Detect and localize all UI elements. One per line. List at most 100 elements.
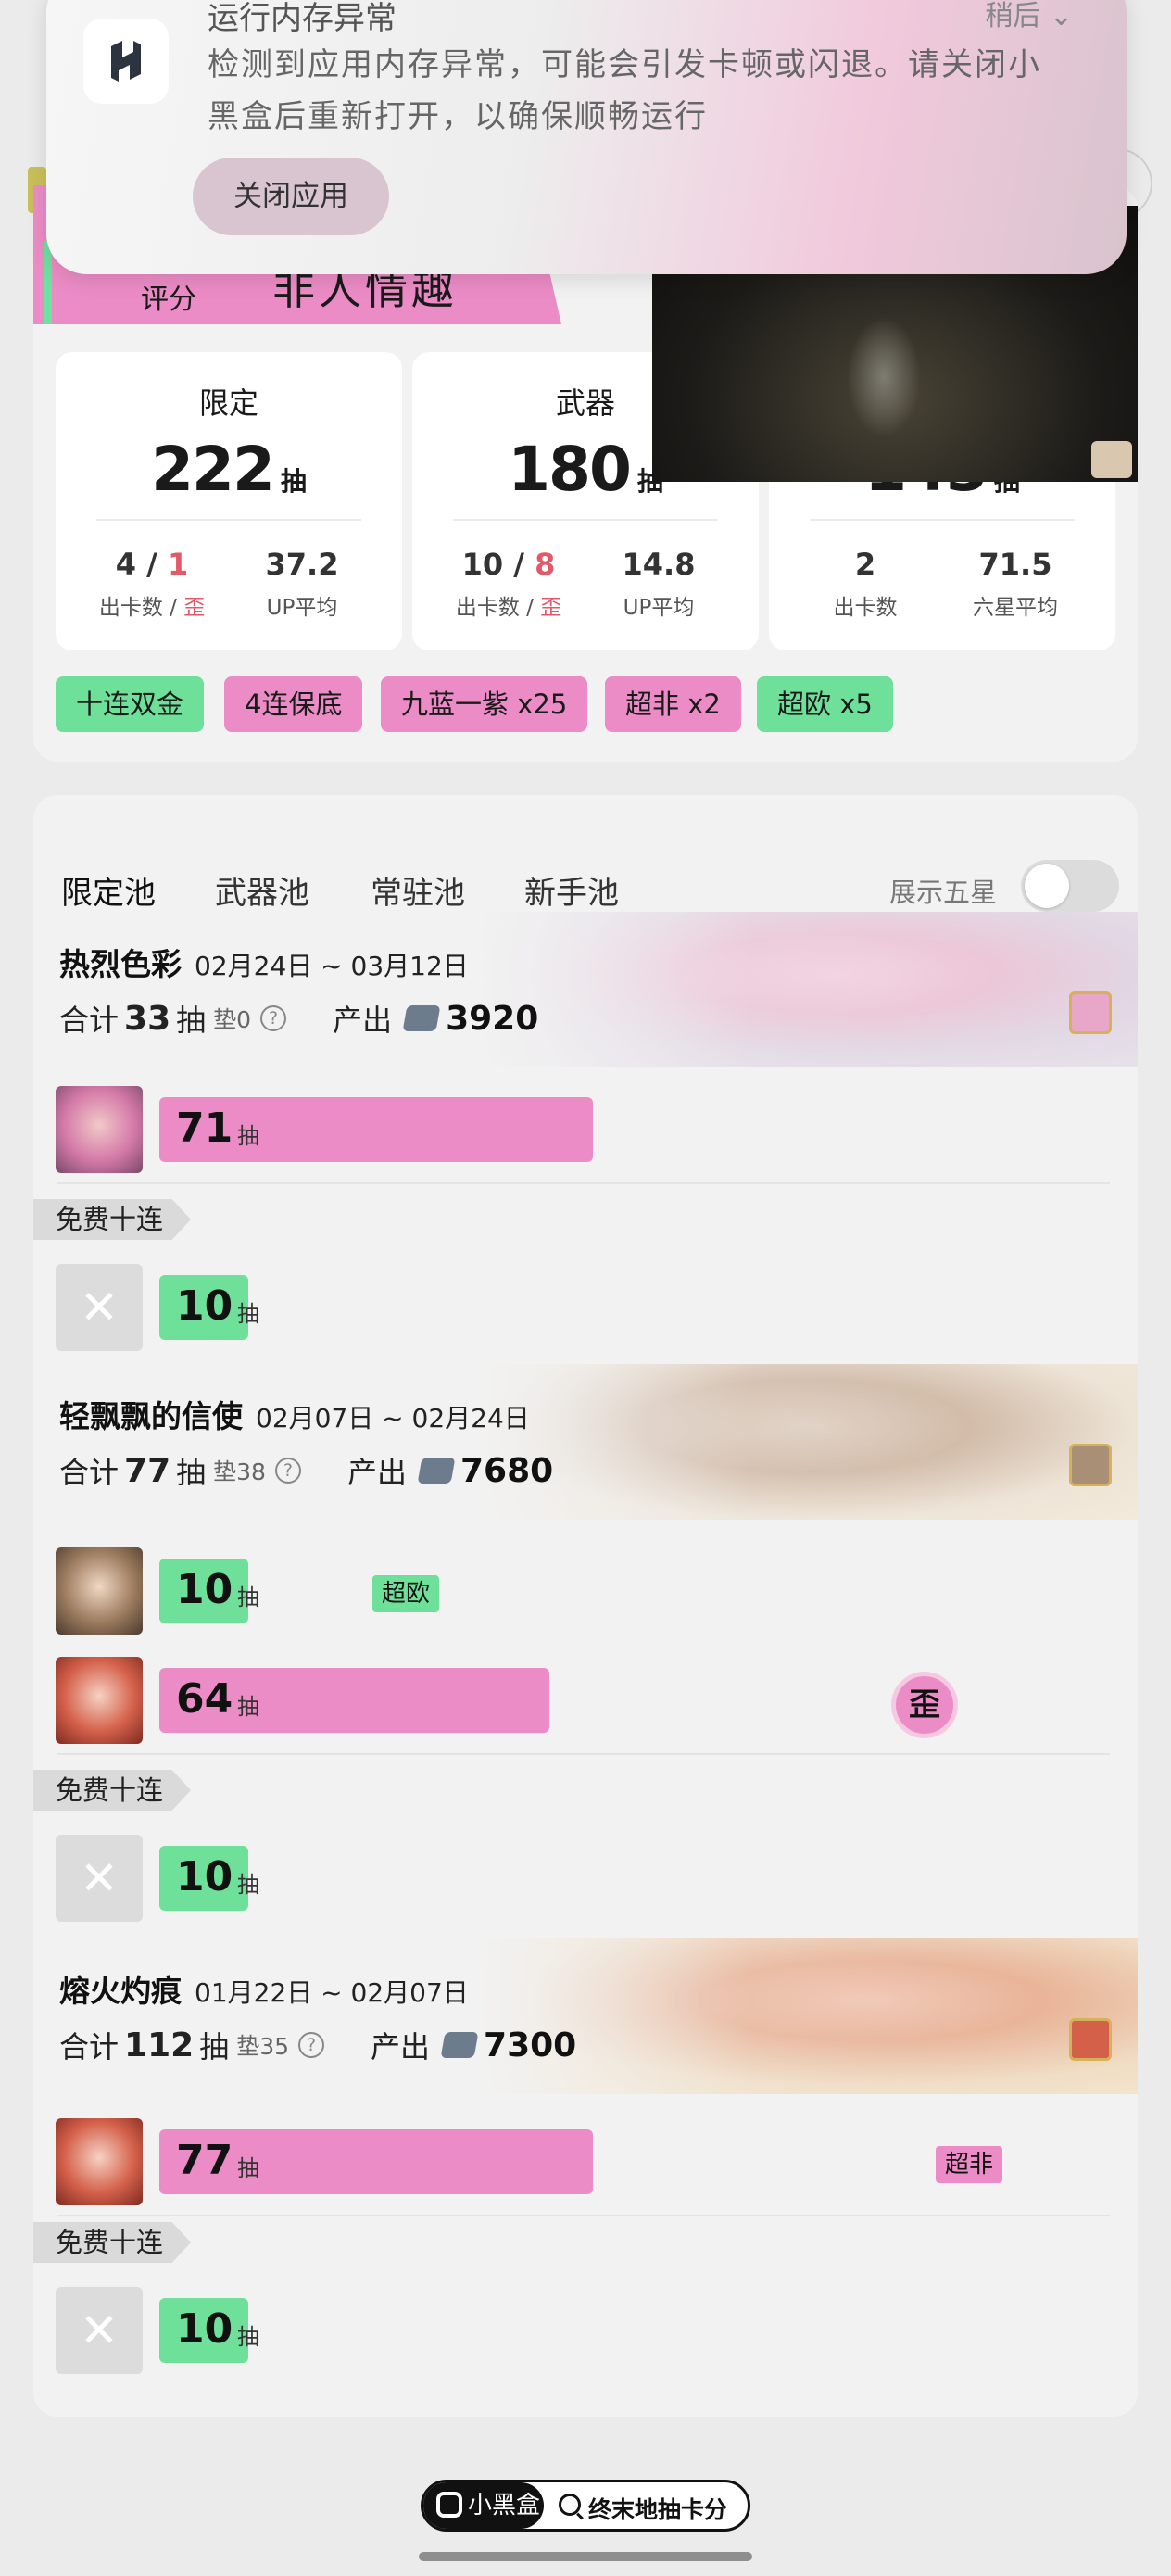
pull-count: 10 — [176, 1853, 233, 1900]
pull-count: 10 — [176, 2305, 233, 2353]
pull-row[interactable]: 64 抽 歪 — [33, 1644, 1138, 1755]
pull-row[interactable]: ✕ 10 抽 — [33, 1251, 1138, 1362]
pull-count-bar: 10 抽 — [159, 1275, 259, 1340]
unlucky-badge: 超非 — [936, 2146, 1003, 2183]
chevron-down-icon: ⌄ — [1049, 0, 1073, 32]
operator-avatar — [56, 1547, 143, 1635]
banner-operator-avatar — [1069, 991, 1112, 1034]
pull-count-bar: 64 抽 — [159, 1668, 549, 1733]
total-label: 合计 — [59, 1455, 120, 1490]
help-icon[interactable]: ? — [298, 2032, 325, 2058]
free-ten-pull-tag: 免费十连 — [33, 1770, 191, 1811]
pull-row[interactable]: 10 抽 超欧 — [33, 1534, 1138, 1646]
pad-value: 0 — [236, 1006, 252, 1033]
stat-hits-label: 出卡数 — [833, 596, 898, 620]
banner-name: 熔火灼痕 — [59, 1973, 182, 2009]
later-label: 稍后 — [985, 0, 1041, 32]
notification-title: 运行内存异常 — [208, 0, 397, 37]
operator-avatar — [56, 1086, 143, 1173]
pull-unit: 抽 — [237, 1694, 259, 1720]
pool-card: 限定池 武器池 常驻池 新手池 展示五星 热烈色彩 02月24日 ~ 03月12日… — [33, 795, 1138, 2417]
notification-message: 检测到应用内存异常，可能会引发卡顿或闪退。请关闭小黑盒后重新打开，以确保顺畅运行 — [208, 46, 1041, 135]
tab-standard-pool[interactable]: 常驻池 — [371, 867, 465, 913]
stat-avg: 14.8 — [622, 547, 696, 582]
banner-header: 熔火灼痕 01月22日 ~ 02月07日 合计 112 抽 垫35 ? 产出 73… — [33, 1938, 1138, 2094]
pull-unit: 抽 — [237, 1301, 259, 1327]
banner-name: 热烈色彩 — [59, 946, 182, 982]
tag-badge: 超非 x2 — [605, 676, 741, 732]
free-ten-pull-tag: 免费十连 — [33, 1199, 191, 1240]
output-label: 产出 — [333, 1003, 393, 1038]
video-character-figure — [847, 317, 921, 437]
pull-count: 71 — [176, 1105, 233, 1152]
total-pulls: 112 — [124, 2026, 195, 2065]
banner-header: 热烈色彩 02月24日 ~ 03月12日 合计 33 抽 垫0 ? 产出 3920 — [33, 912, 1138, 1067]
gem-icon — [440, 2032, 479, 2058]
stat-box-limited: 限定 222 抽 4 / 1 出卡数 / 歪 37.2 UP平均 — [56, 352, 402, 650]
tab-beginner-pool[interactable]: 新手池 — [524, 867, 619, 913]
pull-row[interactable]: ✕ 10 抽 — [33, 1822, 1138, 1933]
stat-hits: 10 — [461, 547, 504, 582]
pad-label: 垫 — [236, 2033, 260, 2060]
show-five-star-toggle[interactable] — [1021, 860, 1119, 912]
pull-row[interactable]: 77 抽 超非 — [33, 2105, 1138, 2216]
total-label: 合计 — [59, 2029, 120, 2065]
banner-dates: 02月07日 ~ 02月24日 — [256, 1403, 530, 1433]
close-icon: ✕ — [80, 1281, 119, 1334]
video-sticker-icon — [1091, 441, 1132, 478]
pull-row[interactable]: 71 抽 — [33, 1073, 1138, 1184]
banner-header: 轻飘飘的信使 02月07日 ~ 02月24日 合计 77 抽 垫38 ? 产出 7… — [33, 1364, 1138, 1520]
gem-icon — [402, 1005, 441, 1031]
output-label: 产出 — [346, 1455, 407, 1490]
footer-brand-pill: 小黑盒 终末地抽卡分析 — [421, 2480, 750, 2532]
operator-avatar — [56, 1657, 143, 1744]
banner-name: 轻飘飘的信使 — [59, 1398, 243, 1434]
tab-weapon-pool[interactable]: 武器池 — [215, 867, 309, 913]
total-pulls: 77 — [124, 1451, 171, 1490]
tag-badge: 超欧 x5 — [757, 676, 893, 732]
close-icon: ✕ — [80, 2304, 119, 2357]
stat-off: 1 — [167, 547, 189, 582]
pad-value: 35 — [259, 2033, 290, 2060]
pull-unit: 抽 — [199, 2029, 230, 2065]
lucky-badge: 超欧 — [372, 1575, 440, 1612]
help-icon[interactable]: ? — [274, 1458, 301, 1484]
stat-hits: 4 — [115, 547, 137, 582]
notification-later-button[interactable]: 稍后 ⌄ — [985, 0, 1073, 33]
brand-logo-icon — [436, 2492, 462, 2518]
pull-count: 77 — [176, 2137, 233, 2184]
stat-unit: 抽 — [280, 466, 307, 497]
home-indicator[interactable] — [419, 2552, 752, 2561]
stat-pulls: 180 — [508, 434, 632, 505]
pull-count-bar: 10 抽 — [159, 1846, 259, 1911]
output-value: 7680 — [460, 1451, 554, 1490]
memory-warning-notification[interactable]: 运行内存异常 稍后 ⌄ 检测到应用内存异常，可能会引发卡顿或闪退。请关闭小黑盒后… — [46, 0, 1127, 274]
pull-count: 64 — [176, 1675, 233, 1723]
banner-operator-avatar — [1069, 2018, 1112, 2061]
tag-badge: 十连双金 — [56, 676, 205, 732]
output-value: 7300 — [484, 2026, 577, 2065]
pull-count-bar: 71 抽 — [159, 1097, 593, 1162]
empty-avatar: ✕ — [56, 1835, 143, 1922]
pool-tabs: 限定池 武器池 常驻池 新手池 展示五星 — [33, 832, 1138, 944]
free-ten-pull-tag: 免费十连 — [33, 2222, 191, 2263]
pad-value: 38 — [236, 1458, 266, 1485]
pull-unit: 抽 — [176, 1003, 207, 1038]
output-value: 3920 — [446, 999, 539, 1038]
operator-avatar — [56, 2118, 143, 2205]
pull-unit: 抽 — [237, 1585, 259, 1610]
pull-count: 10 — [176, 1566, 233, 1613]
footer-label: 终末地抽卡分析 — [588, 2496, 728, 2523]
tab-limited-pool[interactable]: 限定池 — [61, 867, 156, 913]
help-icon[interactable]: ? — [260, 1005, 287, 1031]
pull-row[interactable]: ✕ 10 抽 — [33, 2274, 1138, 2385]
close-icon: ✕ — [80, 1851, 119, 1905]
brand-name: 小黑盒 — [468, 2492, 541, 2519]
score-label: 评分 — [141, 284, 196, 316]
gem-icon — [417, 1458, 456, 1484]
total-label: 合计 — [59, 1003, 120, 1038]
empty-avatar: ✕ — [56, 1264, 143, 1351]
close-app-button[interactable]: 关闭应用 — [193, 158, 389, 235]
pull-count: 10 — [176, 1282, 233, 1330]
show-five-star-label: 展示五星 — [888, 877, 997, 908]
